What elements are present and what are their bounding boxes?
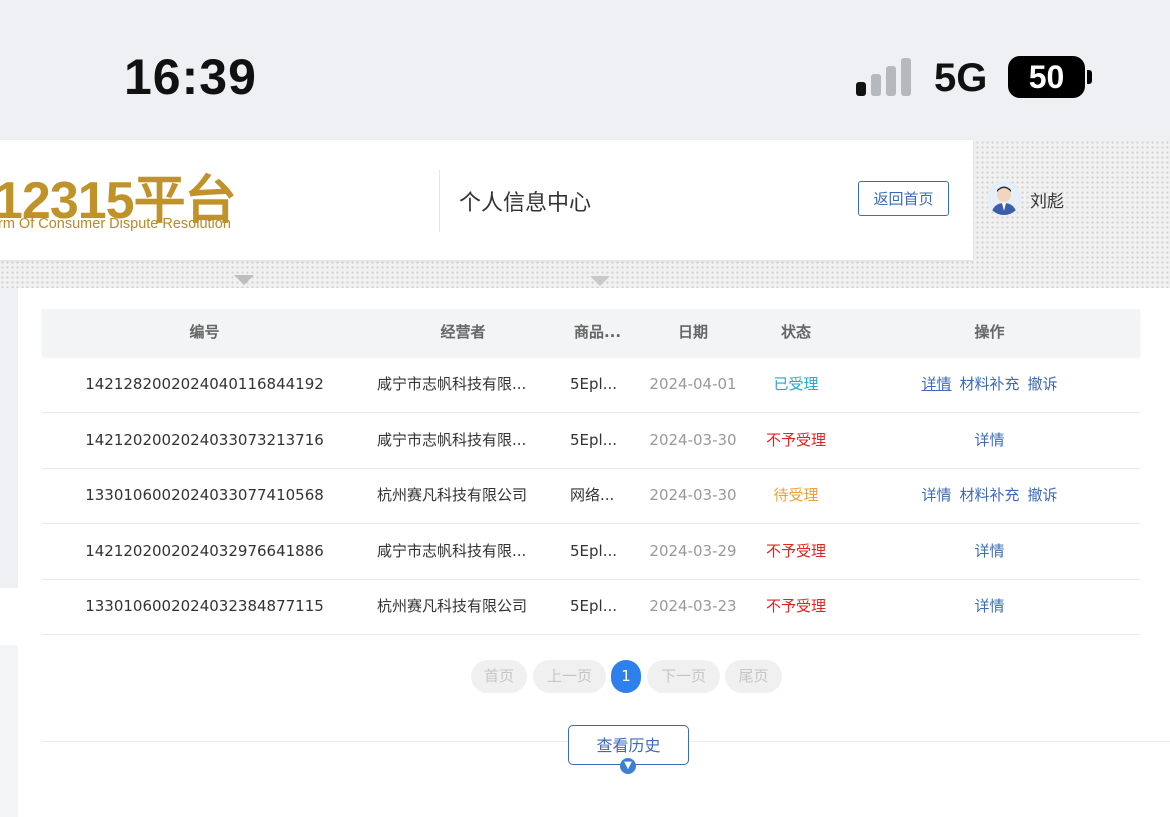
details-link[interactable]: 详情 <box>921 486 951 504</box>
complaint-id: 1330106002024032384877115 <box>85 597 324 615</box>
table-row: 1330106002024033077410568 杭州赛凡科技有限公司 网络...… <box>42 468 1140 524</box>
column-header-goods: 商品... <box>573 323 622 341</box>
battery-icon: 50 <box>1008 56 1085 98</box>
decor-triangle-icon <box>590 276 610 286</box>
row-actions: 详情 <box>842 579 1137 634</box>
goods-name: 5Epl... <box>570 430 618 449</box>
pagination-current-page[interactable]: 1 <box>611 660 641 693</box>
complaint-id: 1421202002024033073213716 <box>85 430 324 449</box>
status-badge: 待受理 <box>773 486 819 504</box>
table-row: 1421282002024040116844192 咸宁市志帆科技有限... 5Ep… <box>42 357 1140 413</box>
battery-cap <box>1087 70 1092 84</box>
goods-name: 5Epl... <box>570 597 618 615</box>
table-header: 编号 经营者 商品... 日期 状态 操作 <box>42 309 1140 356</box>
side-panel <box>0 288 18 588</box>
goods-name: 5Epl... <box>570 375 618 393</box>
business-name: 杭州赛凡科技有限公司 <box>377 486 528 504</box>
complaint-date: 2024-03-23 <box>649 597 737 615</box>
header-divider <box>439 170 440 232</box>
table-row: 1330106002024032384877115 杭州赛凡科技有限公司 5Epl.… <box>42 579 1140 635</box>
column-header-business: 经营者 <box>440 323 486 341</box>
complaint-date: 2024-03-29 <box>649 541 737 560</box>
signal-icon <box>856 58 916 96</box>
table-row: 1421202002024032976641886 咸宁市志帆科技有限... 5Ep… <box>42 524 1140 580</box>
status-badge: 不予受理 <box>765 430 826 449</box>
supplement-link[interactable]: 材料补充 <box>959 486 1019 504</box>
business-name: 杭州赛凡科技有限公司 <box>377 597 528 615</box>
decor-triangle-icon <box>234 275 254 285</box>
withdraw-link[interactable]: 撤诉 <box>1028 486 1058 504</box>
status-badge: 不予受理 <box>765 597 826 615</box>
column-header-id: 编号 <box>189 323 220 341</box>
network-type: 5G <box>934 56 988 100</box>
details-link[interactable]: 详情 <box>974 597 1004 615</box>
logo-subtitle: rm Of Consumer Dispute Resolution <box>0 216 231 232</box>
row-actions: 详情 材料补充 撤诉 <box>842 357 1137 412</box>
status-bar: 16:39 5G 50 <box>0 0 1170 140</box>
complaint-date: 2024-03-30 <box>649 486 737 504</box>
table-row: 1421202002024033073213716 咸宁市志帆科技有限... 5Ep… <box>42 413 1140 469</box>
row-actions: 详情 材料补充 撤诉 <box>842 468 1137 523</box>
chevron-down-icon[interactable]: ▼ <box>620 758 636 774</box>
pagination-prev[interactable]: 上一页 <box>533 660 606 693</box>
home-button[interactable]: 返回首页 <box>858 181 949 216</box>
details-link[interactable]: 详情 <box>921 375 951 393</box>
pagination-last[interactable]: 尾页 <box>725 660 782 693</box>
user-avatar-icon[interactable] <box>987 181 1021 215</box>
pagination-next[interactable]: 下一页 <box>647 660 720 693</box>
column-header-status: 状态 <box>780 323 811 341</box>
business-name: 咸宁市志帆科技有限... <box>377 430 527 449</box>
goods-name: 5Epl... <box>570 541 618 560</box>
row-actions: 详情 <box>842 524 1137 579</box>
supplement-link[interactable]: 材料补充 <box>959 375 1019 393</box>
status-badge: 不予受理 <box>765 541 826 560</box>
status-time: 16:39 <box>124 49 257 105</box>
side-panel <box>0 645 18 817</box>
withdraw-link[interactable]: 撤诉 <box>1028 375 1058 393</box>
business-name: 咸宁市志帆科技有限... <box>377 541 527 560</box>
column-header-actions: 操作 <box>974 323 1005 341</box>
complaint-id: 1421202002024032976641886 <box>85 541 324 560</box>
complaint-date: 2024-03-30 <box>649 430 737 449</box>
complaint-id: 1330106002024033077410568 <box>85 486 324 504</box>
complaint-id: 1421282002024040116844192 <box>85 375 324 393</box>
user-name[interactable]: 刘彪 <box>1030 187 1064 212</box>
details-link[interactable]: 详情 <box>974 542 1004 560</box>
page-title: 个人信息中心 <box>459 191 592 216</box>
status-badge: 已受理 <box>773 375 819 393</box>
complaint-date: 2024-04-01 <box>649 375 737 393</box>
pagination-first[interactable]: 首页 <box>471 660 527 693</box>
goods-name: 网络... <box>570 486 615 504</box>
business-name: 咸宁市志帆科技有限... <box>377 375 527 393</box>
details-link[interactable]: 详情 <box>974 431 1004 449</box>
column-header-date: 日期 <box>677 323 708 341</box>
row-actions: 详情 <box>842 413 1137 468</box>
